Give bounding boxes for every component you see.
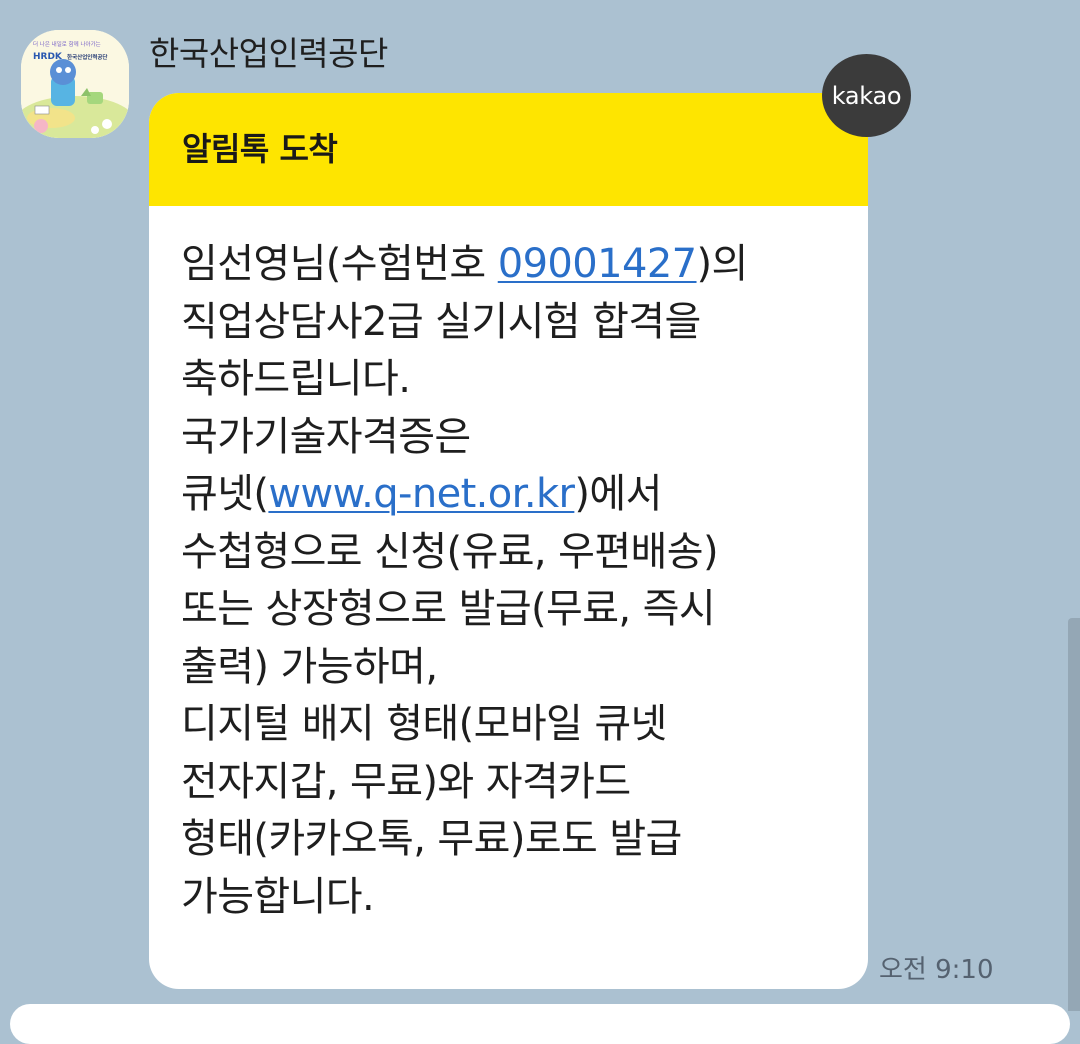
- message-text: 디지털 배지 형태(모바일 큐넷: [181, 701, 667, 747]
- message-text: 국가기술자격증은: [181, 413, 471, 460]
- avatar-slogan: 더 나은 내일로 함께 나아가는: [33, 42, 101, 48]
- message-text: 형태(카카오톡, 무료)로도 발급: [181, 816, 682, 862]
- sender-avatar[interactable]: 더 나은 내일로 함께 나아가는 HRDK 한국산업인력공단: [21, 30, 129, 138]
- message-line: 출력) 가능하며,: [181, 639, 848, 697]
- message-timestamp: 오전 9:10: [879, 955, 994, 985]
- message-text: 임선영님(수험번호: [181, 241, 498, 287]
- kakao-channel-badge[interactable]: kakao: [822, 54, 911, 137]
- message-text: 수첩형으로 신청(유료, 우편배송): [181, 528, 719, 575]
- message-line: 또는 상장형으로 발급(무료, 즉시: [181, 581, 848, 639]
- next-message-bubble[interactable]: [10, 1004, 1070, 1044]
- message-line: 가능합니다.: [181, 869, 848, 927]
- message-line: 전자지갑, 무료)와 자격카드: [181, 754, 848, 812]
- message-text: 큐넷(: [181, 471, 269, 517]
- message-text: 직업상담사2급 실기시험 합격을: [181, 298, 701, 345]
- message-link[interactable]: www.q-net.or.kr: [268, 471, 575, 517]
- kakao-badge-label: kakao: [831, 81, 902, 110]
- message-text: 출력) 가능하며,: [181, 643, 438, 690]
- message-line: 국가기술자격증은: [181, 409, 848, 467]
- message-line: 축하드립니다.: [181, 351, 848, 409]
- message-link[interactable]: 09001427: [498, 241, 697, 287]
- message-line: 수첩형으로 신청(유료, 우편배송): [181, 524, 848, 582]
- avatar-text: 더 나은 내일로 함께 나아가는 HRDK 한국산업인력공단: [33, 41, 123, 63]
- message-header: 알림톡 도착: [149, 93, 868, 206]
- avatar-brand: HRDK: [33, 52, 62, 62]
- message-text: )의: [696, 241, 749, 287]
- message-text: 축하드립니다.: [181, 356, 411, 402]
- avatar-org: 한국산업인력공단: [67, 55, 108, 61]
- message-text: )에서: [574, 471, 662, 517]
- sender-name: 한국산업인력공단: [149, 34, 388, 73]
- scrollbar[interactable]: [1068, 618, 1080, 1011]
- message-line: 큐넷(www.q-net.or.kr)에서: [181, 466, 848, 524]
- message-line: 형태(카카오톡, 무료)로도 발급: [181, 811, 848, 869]
- message-text: 전자지갑, 무료)와 자격카드: [181, 758, 631, 805]
- message-line: 디지털 배지 형태(모바일 큐넷: [181, 696, 848, 754]
- message-header-title: 알림톡 도착: [182, 130, 338, 168]
- message-text: 또는 상장형으로 발급(무료, 즉시: [181, 586, 716, 632]
- message-bubble[interactable]: 알림톡 도착 임선영님(수험번호 09001427)의 직업상담사2급 실기시험 …: [149, 93, 868, 989]
- message-text: 가능합니다.: [181, 873, 375, 920]
- message-line: 임선영님(수험번호 09001427)의: [181, 236, 848, 294]
- message-line: 직업상담사2급 실기시험 합격을: [181, 294, 848, 352]
- message-body: 임선영님(수험번호 09001427)의 직업상담사2급 실기시험 합격을 축하드립…: [149, 206, 868, 926]
